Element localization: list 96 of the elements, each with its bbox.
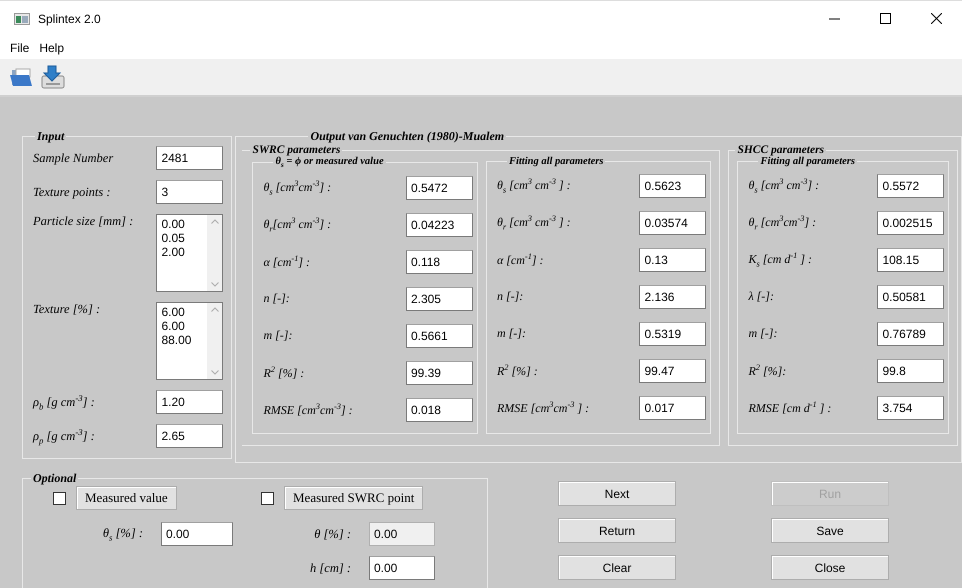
menu-item[interactable]: File (10, 40, 30, 54)
scrollbar[interactable] (207, 215, 222, 291)
checkbox[interactable] (261, 492, 274, 504)
field-label: Texture points : (33, 184, 111, 200)
parameter-label: n [-]: (496, 289, 524, 304)
parameter-label: R$^{2}$ [%] : (263, 364, 304, 381)
parameter-label: R$^{2}$ [%] : (496, 362, 538, 378)
value-field[interactable]: 3.754 (877, 396, 944, 420)
value-field[interactable]: 0.5572 (877, 174, 944, 198)
action-button[interactable]: Clear (558, 555, 676, 580)
parameter-label: α [cm$^{-1}$] : (263, 254, 310, 270)
value-field[interactable]: 0.017 (639, 396, 706, 420)
chevron-down-icon (210, 370, 219, 375)
value-field[interactable]: 0.5472 (406, 176, 473, 200)
group-title: Fitting all parameters (759, 156, 856, 167)
action-button[interactable]: Close (771, 555, 889, 580)
list-box[interactable]: 6.00 6.00 88.00 (156, 302, 224, 380)
parameter-label: θ$_{r}$ [cm$^{3}$cm$^{-3}$] : (748, 214, 816, 232)
action-button[interactable]: Save (771, 518, 889, 543)
value-field[interactable]: 2.65 (156, 424, 224, 448)
value-field[interactable]: 99.47 (639, 358, 706, 382)
folder-icon[interactable] (10, 67, 34, 87)
parameter-label: m [-]: (263, 328, 292, 344)
value-field[interactable]: 3 (156, 180, 224, 204)
list-item[interactable]: 88.00 (161, 333, 204, 347)
value-field[interactable]: 99.8 (877, 358, 944, 382)
save-icon[interactable] (40, 64, 66, 90)
group-title: SWRC parameters (251, 144, 342, 156)
value-field[interactable]: 0.76789 (877, 322, 944, 346)
group-title: Optional (32, 471, 78, 486)
value-field[interactable]: 0.5661 (406, 324, 473, 348)
field-label: Particle size [mm] : (33, 214, 134, 229)
value-field[interactable]: 0.03574 (639, 210, 706, 234)
parameter-label: m [-]: (496, 326, 526, 341)
group-title: Input (36, 129, 66, 144)
parameter-label: RMSE [cm d$^{-1}$ ] : (748, 400, 832, 416)
parameter-label: RMSE [cm$^{3}$cm$^{-3}$] : (263, 402, 353, 418)
field-label: Texture [%] : (33, 302, 100, 317)
chevron-down-icon (210, 282, 219, 287)
value-field[interactable]: 0.50581 (877, 284, 944, 308)
parameter-label: θ$_{r}$ [cm$^{3}$ cm$^{-3}$ ] : (496, 214, 571, 232)
value-field[interactable]: 0.018 (406, 398, 473, 422)
list-item[interactable]: 6.00 (161, 305, 204, 319)
value-field[interactable]: 2.136 (639, 284, 706, 308)
group-title: θ$_{s}$ = ϕ or measured value (274, 156, 385, 170)
window-title: Splintex 2.0 (38, 12, 102, 26)
list-item[interactable]: 0.00 (161, 217, 204, 231)
scrollbar[interactable] (207, 303, 222, 379)
parameter-label: θ$_{r}$[cm$^{3}$ cm$^{-3}$] : (263, 216, 332, 234)
parameter-label: n [-]: (263, 291, 290, 306)
value-field[interactable]: 0.002515 (877, 210, 944, 234)
close-icon[interactable] (931, 13, 942, 24)
parameter-label: θ$_{s}$ [cm$^{3}$ cm$^{-3}$ ] : (496, 176, 571, 194)
field-label: ρ$_{p}$ [g cm$^{-3}$] : (33, 426, 95, 446)
list-item[interactable]: 6.00 (161, 319, 204, 333)
field-label: Sample Number (33, 150, 114, 166)
chevron-up-icon (210, 219, 219, 224)
list-item[interactable]: 2.00 (161, 245, 204, 259)
value-field[interactable]: 1.20 (156, 390, 224, 414)
value-field[interactable]: 0.13 (639, 248, 706, 272)
parameter-label: m [-]: (748, 326, 778, 341)
field-label: θ [%] : (313, 526, 351, 542)
value-field[interactable]: 0.118 (406, 250, 473, 274)
toggle-button[interactable]: Measured value (76, 486, 177, 510)
parameter-label: θ$_{s}$ [cm$^{3}$ cm$^{-3}$] : (748, 176, 820, 194)
chevron-up-icon (210, 307, 219, 312)
list-item[interactable]: 0.05 (161, 231, 204, 245)
action-button[interactable]: Next (558, 481, 676, 506)
parameter-label: R$^{2}$ [%]: (748, 362, 786, 378)
checkbox[interactable] (53, 492, 66, 504)
menu-item[interactable]: Help (39, 40, 64, 54)
field-label: θ$_{s}$ [%] : (102, 526, 143, 542)
field-label: h [cm] : (309, 560, 351, 576)
parameter-label: α [cm$^{-1}$] : (496, 252, 544, 268)
value-field[interactable]: 108.15 (877, 248, 944, 272)
parameter-label: θ$_{s}$ [cm$^{3}$cm$^{-3}$] : (263, 178, 332, 196)
app-icon (14, 12, 30, 24)
value-field[interactable]: 0.5319 (639, 322, 706, 346)
value-field[interactable]: 0.5623 (639, 174, 706, 198)
toggle-button[interactable]: Measured SWRC point (284, 486, 424, 510)
value-field[interactable]: 0.04223 (406, 212, 473, 237)
group-title: SHCC parameters (736, 144, 826, 156)
value-field[interactable]: 0.00 (161, 522, 233, 546)
value-field[interactable]: 2.305 (406, 286, 473, 311)
group-title: Fitting all parameters (508, 156, 604, 167)
group-title: Output van Genuchten (1980)-Mualem (309, 129, 506, 144)
parameter-label: RMSE [cm$^{3}$cm$^{-3}$ ] : (496, 400, 590, 416)
parameter-label: λ [-]: (748, 289, 774, 304)
parameter-label: K$_{s}$ [cm d$^{-1}$ ] : (748, 250, 812, 268)
value-field[interactable]: 0.00 (369, 556, 435, 580)
list-box[interactable]: 0.00 0.05 2.00 (156, 214, 224, 292)
field-label: ρ$_{b}$ [g cm$^{-3}$] : (33, 392, 95, 412)
action-button[interactable]: Return (558, 518, 676, 543)
value-field[interactable]: 2481 (156, 146, 224, 170)
maximize-icon[interactable] (880, 13, 891, 24)
value-field[interactable]: 99.39 (406, 360, 473, 385)
